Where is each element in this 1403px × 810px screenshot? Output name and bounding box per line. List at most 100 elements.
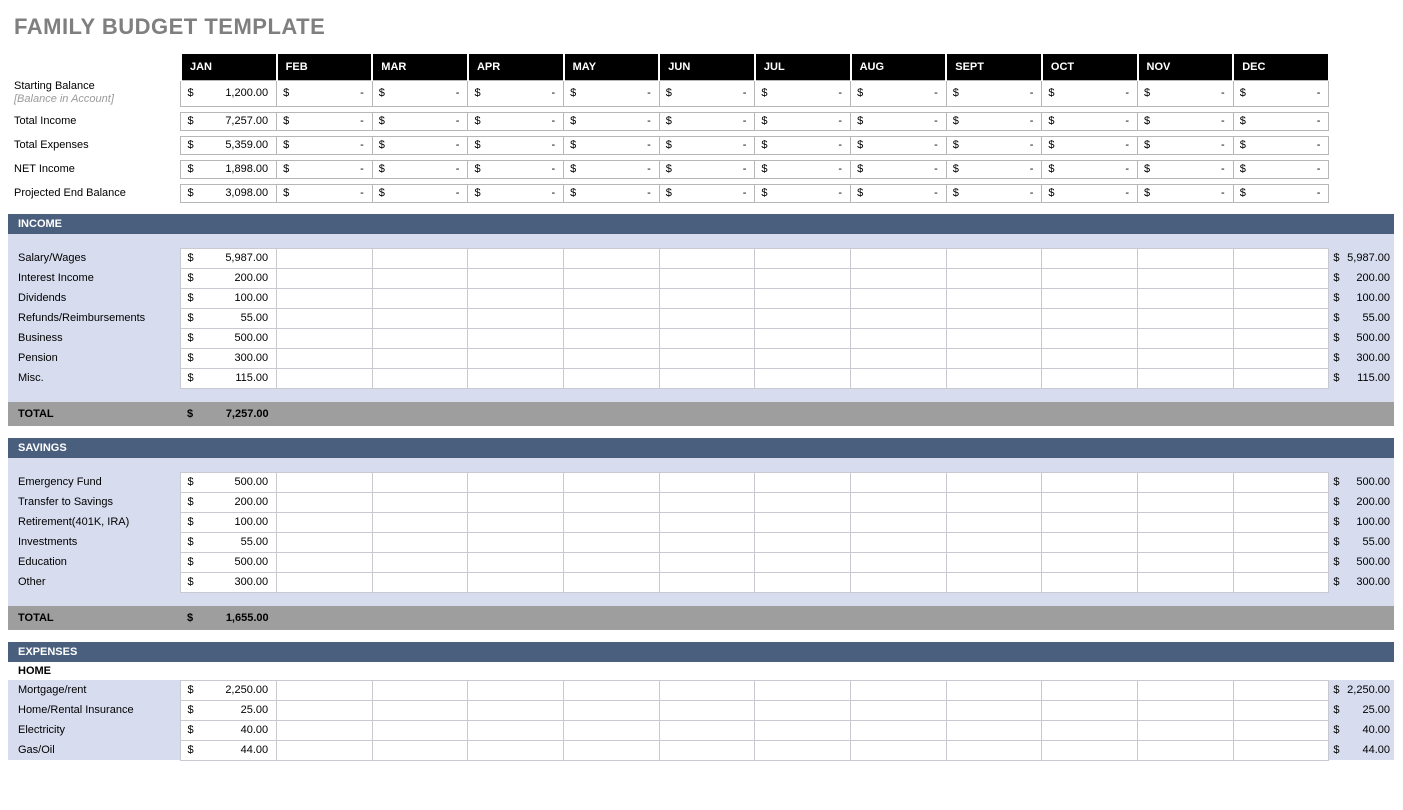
data-cell[interactable]	[372, 740, 468, 760]
data-cell[interactable]	[659, 348, 755, 368]
data-cell[interactable]	[564, 532, 660, 552]
money-cell[interactable]: $-	[468, 160, 564, 178]
data-cell[interactable]: $5,987.00	[181, 248, 277, 268]
data-cell[interactable]	[755, 328, 851, 348]
money-cell[interactable]: $-	[1138, 80, 1234, 106]
money-cell[interactable]: $-	[564, 80, 660, 106]
data-cell[interactable]	[468, 328, 564, 348]
data-cell[interactable]	[851, 700, 947, 720]
data-cell[interactable]	[1233, 268, 1329, 288]
data-cell[interactable]	[564, 248, 660, 268]
money-cell[interactable]: $-	[1138, 184, 1234, 202]
data-cell[interactable]	[277, 328, 373, 348]
data-cell[interactable]	[946, 348, 1042, 368]
data-cell[interactable]: $55.00	[181, 532, 277, 552]
data-cell[interactable]	[277, 700, 373, 720]
data-cell[interactable]	[659, 532, 755, 552]
data-cell[interactable]	[564, 268, 660, 288]
money-cell[interactable]: $-	[372, 184, 468, 202]
money-cell[interactable]: $-	[1042, 112, 1138, 130]
data-cell[interactable]	[1138, 572, 1234, 592]
data-cell[interactable]	[755, 720, 851, 740]
money-cell[interactable]: $-	[1233, 80, 1329, 106]
money-cell[interactable]: $-	[659, 112, 755, 130]
money-cell[interactable]: $-	[564, 112, 660, 130]
data-cell[interactable]	[372, 348, 468, 368]
data-cell[interactable]	[946, 368, 1042, 388]
money-cell[interactable]: $-	[946, 80, 1042, 106]
data-cell[interactable]	[1138, 532, 1234, 552]
data-cell[interactable]	[851, 740, 947, 760]
money-cell[interactable]: $-	[564, 184, 660, 202]
data-cell[interactable]	[372, 328, 468, 348]
data-cell[interactable]	[372, 368, 468, 388]
data-cell[interactable]	[372, 308, 468, 328]
data-cell[interactable]	[1042, 328, 1138, 348]
data-cell[interactable]	[946, 268, 1042, 288]
data-cell[interactable]	[1138, 268, 1234, 288]
data-cell[interactable]	[1138, 248, 1234, 268]
data-cell[interactable]	[277, 492, 373, 512]
data-cell[interactable]	[755, 700, 851, 720]
data-cell[interactable]	[1233, 348, 1329, 368]
data-cell[interactable]	[659, 572, 755, 592]
data-cell[interactable]	[1042, 288, 1138, 308]
data-cell[interactable]	[372, 512, 468, 532]
data-cell[interactable]	[659, 308, 755, 328]
data-cell[interactable]	[1042, 572, 1138, 592]
data-cell[interactable]	[564, 368, 660, 388]
data-cell[interactable]	[1042, 720, 1138, 740]
money-cell[interactable]: $-	[946, 160, 1042, 178]
data-cell[interactable]	[564, 348, 660, 368]
money-cell[interactable]: $-	[755, 184, 851, 202]
data-cell[interactable]	[468, 720, 564, 740]
data-cell[interactable]	[946, 552, 1042, 572]
money-cell[interactable]: $-	[946, 136, 1042, 154]
data-cell[interactable]	[277, 268, 373, 288]
data-cell[interactable]	[1042, 348, 1138, 368]
data-cell[interactable]	[1138, 472, 1234, 492]
money-cell[interactable]: $-	[1233, 184, 1329, 202]
data-cell[interactable]	[946, 532, 1042, 552]
data-cell[interactable]	[1233, 572, 1329, 592]
data-cell[interactable]	[851, 572, 947, 592]
data-cell[interactable]	[564, 288, 660, 308]
money-cell[interactable]: $-	[277, 160, 373, 178]
money-cell[interactable]: $-	[851, 80, 947, 106]
data-cell[interactable]	[1233, 512, 1329, 532]
data-cell[interactable]	[755, 288, 851, 308]
data-cell[interactable]: $500.00	[181, 328, 277, 348]
data-cell[interactable]	[1042, 472, 1138, 492]
data-cell[interactable]	[659, 472, 755, 492]
data-cell[interactable]	[372, 492, 468, 512]
money-cell[interactable]: $-	[659, 184, 755, 202]
data-cell[interactable]	[851, 248, 947, 268]
data-cell[interactable]	[755, 680, 851, 700]
money-cell[interactable]: $-	[659, 160, 755, 178]
data-cell[interactable]	[1233, 700, 1329, 720]
money-cell[interactable]: $-	[755, 136, 851, 154]
money-cell[interactable]: $-	[372, 80, 468, 106]
data-cell[interactable]	[1138, 328, 1234, 348]
data-cell[interactable]	[468, 248, 564, 268]
data-cell[interactable]: $500.00	[181, 472, 277, 492]
data-cell[interactable]	[277, 720, 373, 740]
money-cell[interactable]: $-	[1233, 160, 1329, 178]
data-cell[interactable]	[372, 288, 468, 308]
money-cell[interactable]: $3,098.00	[181, 184, 277, 202]
data-cell[interactable]	[1233, 248, 1329, 268]
data-cell[interactable]	[468, 680, 564, 700]
data-cell[interactable]	[946, 308, 1042, 328]
data-cell[interactable]	[564, 552, 660, 572]
data-cell[interactable]	[1233, 532, 1329, 552]
data-cell[interactable]	[659, 720, 755, 740]
data-cell[interactable]	[564, 700, 660, 720]
data-cell[interactable]	[468, 740, 564, 760]
data-cell[interactable]	[659, 268, 755, 288]
money-cell[interactable]: $-	[755, 160, 851, 178]
data-cell[interactable]	[468, 308, 564, 328]
data-cell[interactable]	[468, 492, 564, 512]
money-cell[interactable]: $-	[1138, 136, 1234, 154]
data-cell[interactable]	[851, 552, 947, 572]
data-cell[interactable]	[1138, 288, 1234, 308]
